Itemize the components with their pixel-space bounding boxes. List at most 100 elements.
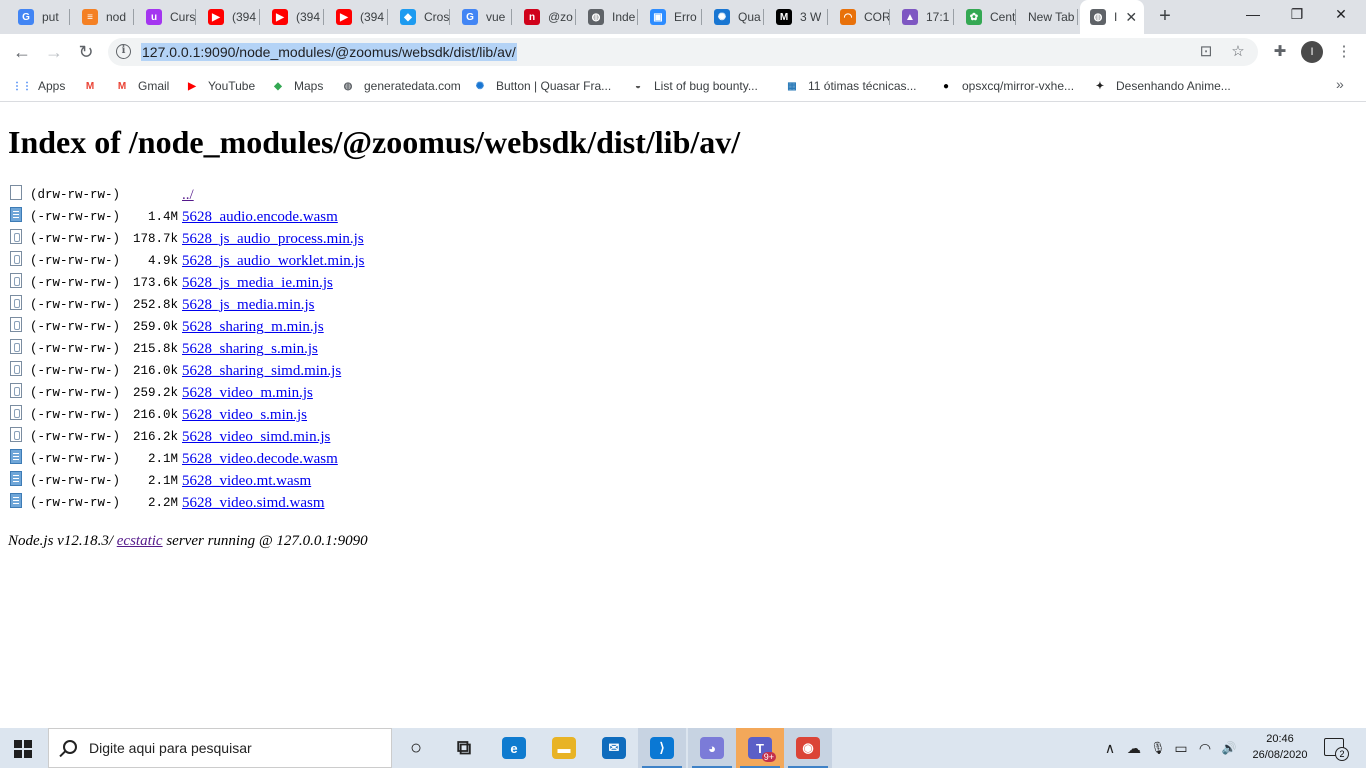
wifi-icon[interactable]: ◠ — [1196, 728, 1214, 768]
start-button[interactable] — [14, 740, 32, 758]
file-icon-cell — [8, 492, 28, 514]
file-link[interactable]: 5628_js_media.min.js — [182, 297, 315, 313]
reload-button[interactable]: ↻ — [74, 40, 98, 64]
file-link[interactable]: 5628_video_s.min.js — [182, 407, 307, 423]
address-bar[interactable]: i 127.0.0.1:9090/node_modules/@zoomus/we… — [108, 38, 1258, 66]
file-icon-cell — [8, 184, 28, 206]
file-link[interactable]: 5628_audio.encode.wasm — [182, 209, 338, 225]
file-link[interactable]: ../ — [182, 187, 194, 203]
tab-15[interactable]: ▲ 17:1 — [892, 5, 954, 29]
file-link[interactable]: 5628_sharing_m.min.js — [182, 319, 324, 335]
cast-icon[interactable]: ⊡ — [1196, 42, 1216, 62]
file-link[interactable]: 5628_js_audio_process.min.js — [182, 231, 364, 247]
close-window-button[interactable]: ✕ — [1330, 6, 1352, 26]
tab-10[interactable]: ◍ Inde — [578, 5, 638, 29]
tab-2[interactable]: ≡ nod — [72, 5, 134, 29]
tab-separator — [511, 9, 512, 25]
taskbar-app-cortana[interactable]: ○ — [392, 728, 440, 768]
tab-4[interactable]: ▶ (394 — [198, 5, 260, 29]
system-clock[interactable]: 20:46 26/08/2020 — [1244, 731, 1316, 763]
file-link[interactable]: 5628_sharing_simd.min.js — [182, 363, 341, 379]
taskbar-app-discord[interactable]: ◕ — [688, 728, 736, 768]
bookmark-item[interactable]: M — [82, 76, 106, 96]
tab-9[interactable]: n @zo — [514, 5, 576, 29]
bookmark-item[interactable]: ✺ Button | Quasar Fra... — [472, 76, 611, 96]
notifications-icon[interactable]: 2 — [1324, 738, 1349, 761]
bookmark-item[interactable]: ▦ 11 ótimas técnicas... — [784, 76, 916, 96]
bookmark-item[interactable]: ▶ YouTube — [184, 76, 255, 96]
server-footer: Node.js v12.18.3/ ecstatic server runnin… — [8, 533, 368, 550]
bookmark-item[interactable]: ● opsxcq/mirror-vxhe... — [938, 76, 1074, 96]
menu-icon[interactable]: ⋮ — [1334, 42, 1354, 62]
file-size — [122, 184, 180, 206]
bookmark-item[interactable]: ◍ generatedata.com — [340, 76, 461, 96]
tab-11[interactable]: ▣ Erro — [640, 5, 702, 29]
tab-13[interactable]: M 3 W — [766, 5, 828, 29]
extensions-icon[interactable]: ✚ — [1270, 42, 1290, 62]
minimize-button[interactable]: — — [1242, 6, 1264, 26]
maximize-button[interactable]: ❐ — [1286, 6, 1308, 26]
tab-1[interactable]: Gput — [8, 5, 70, 29]
tab-6[interactable]: ▶ (394 — [326, 5, 388, 29]
file-link[interactable]: 5628_video_simd.min.js — [182, 429, 330, 445]
file-link[interactable]: 5628_video.mt.wasm — [182, 473, 311, 489]
script-file-icon — [10, 229, 22, 244]
file-name-cell: 5628_video.decode.wasm — [180, 448, 367, 470]
taskbar-app-edge[interactable]: e — [490, 728, 538, 768]
new-tab-button[interactable]: + — [1154, 6, 1176, 28]
file-icon-cell — [8, 382, 28, 404]
tab-3[interactable]: u Curs — [136, 5, 196, 29]
bookmark-item[interactable]: ✦ Desenhando Anime... — [1092, 76, 1231, 96]
bookmarks-overflow-button[interactable]: » — [1336, 76, 1344, 92]
file-link[interactable]: 5628_sharing_s.min.js — [182, 341, 318, 357]
file-size: 259.0k — [133, 320, 179, 334]
file-link[interactable]: 5628_video.simd.wasm — [182, 495, 325, 511]
file-link[interactable]: 5628_video_m.min.js — [182, 385, 313, 401]
taskbar-app-mail[interactable]: ✉ — [590, 728, 638, 768]
bookmark-star-icon[interactable]: ☆ — [1228, 42, 1248, 62]
bookmark-item[interactable]: ⋮⋮ Apps — [12, 76, 65, 96]
microphone-icon[interactable]: 🎙 — [1150, 728, 1166, 768]
forward-button[interactable]: → — [42, 40, 66, 64]
tab-close-icon[interactable]: ✕ — [1125, 9, 1137, 26]
tab-5[interactable]: ▶ (394 — [262, 5, 324, 29]
tab-12[interactable]: ✺ Qua — [704, 5, 764, 29]
profile-avatar[interactable]: I — [1301, 41, 1323, 63]
back-button[interactable]: ← — [10, 40, 34, 64]
bookmark-item[interactable]: ◆ Maps — [270, 76, 323, 96]
taskbar-search[interactable]: Digite aqui para pesquisar — [48, 728, 392, 768]
taskbar-app-teams[interactable]: T 9+ — [736, 728, 784, 768]
tab-8[interactable]: Gvue — [452, 5, 512, 29]
globe-icon: ◍ — [1090, 9, 1106, 25]
tab-17[interactable]: New Tab — [1018, 5, 1078, 29]
tab-strip: + — ❐ ✕ Gput ≡ nod u Curs ▶ (394 ▶ (394 ▶ (394 ◆ Cro… — [0, 0, 1366, 34]
taskbar-app-file-explorer[interactable]: ▬ — [540, 728, 588, 768]
youtube-icon: ▶ — [188, 80, 196, 92]
onedrive-cloud-icon[interactable]: ☁ — [1124, 728, 1144, 768]
site-info-icon[interactable]: i — [116, 44, 131, 59]
battery-icon[interactable]: ▭ — [1172, 728, 1190, 768]
address-url[interactable]: 127.0.0.1:9090/node_modules/@zoomus/webs… — [141, 43, 517, 61]
tab-18[interactable]: ◍ I ✕ — [1080, 0, 1144, 34]
tray-chevron-icon[interactable]: ∧ — [1102, 728, 1118, 768]
taskbar-app-vscode[interactable]: ⟩ — [638, 728, 686, 768]
tab-7[interactable]: ◆ Cros — [390, 5, 450, 29]
file-link[interactable]: 5628_js_media_ie.min.js — [182, 275, 333, 291]
bird-icon: ◆ — [400, 9, 416, 25]
tab-16[interactable]: ✿ Cent — [956, 5, 1016, 29]
ecstatic-link[interactable]: ecstatic — [117, 533, 163, 549]
tab-14[interactable]: ◠ COR — [830, 5, 890, 29]
stack-icon: ≡ — [82, 9, 98, 25]
flower-icon: ✿ — [966, 9, 982, 25]
bookmark-item[interactable]: ◒ List of bug bounty... — [630, 76, 758, 96]
file-link[interactable]: 5628_js_audio_worklet.min.js — [182, 253, 365, 269]
file-link[interactable]: 5628_video.decode.wasm — [182, 451, 338, 467]
taskbar-app-task-view[interactable]: ⧉ — [440, 728, 488, 768]
mail-icon: ✉ — [602, 737, 626, 759]
tab-separator — [195, 9, 196, 25]
volume-icon[interactable]: 🔊 — [1220, 728, 1238, 768]
bookmark-item[interactable]: M Gmail — [114, 76, 170, 96]
taskbar-app-chrome[interactable]: ◉ — [784, 728, 832, 768]
footer-prefix: Node.js v12.18.3/ — [8, 533, 117, 549]
clock-date: 26/08/2020 — [1252, 749, 1308, 761]
